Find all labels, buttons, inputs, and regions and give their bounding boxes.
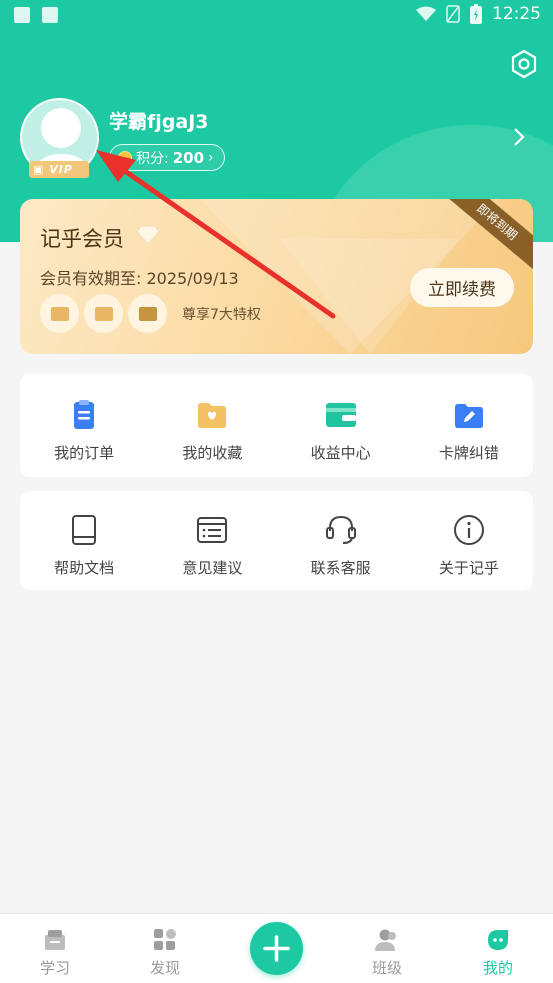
book-icon [72, 515, 97, 545]
vip-badge-label: VIP [49, 163, 73, 176]
discover-icon [154, 929, 176, 950]
points-chevron-icon: › [208, 149, 214, 166]
menu-item-orders[interactable]: 我的订单 [20, 374, 148, 477]
battery-icon [470, 4, 482, 24]
renew-button[interactable]: 立即续费 [410, 268, 514, 307]
vip-badge: ▣ VIP [29, 161, 89, 178]
avatar-head [41, 108, 81, 148]
points-label: 积分: [136, 150, 169, 167]
privileges-text: 尊享7大特权 [182, 307, 261, 323]
profile-chevron-icon[interactable] [511, 126, 527, 148]
menu-item-label: 卡牌纠错 [438, 444, 499, 462]
status-indicators: 12:25 [416, 4, 541, 24]
feedback-icon [197, 517, 228, 543]
menu-item-label: 帮助文档 [54, 559, 115, 577]
class-icon [375, 929, 396, 951]
menu-item-contact-support[interactable]: 联系客服 [277, 491, 405, 590]
coin-icon [118, 150, 132, 165]
study-icon [45, 930, 65, 950]
tab-label: 学习 [39, 959, 70, 977]
wifi-icon [416, 6, 436, 21]
points-value: 200 [172, 148, 205, 167]
earnings-icon [325, 403, 356, 427]
points-pill[interactable]: 积分: 200 › [109, 144, 225, 171]
order-icon [74, 400, 95, 429]
no-sim-icon [446, 5, 460, 23]
menu-item-card-correction[interactable]: 卡牌纠错 [405, 374, 533, 477]
status-bar: 12:25 [0, 0, 553, 32]
menu-item-label: 联系客服 [310, 559, 371, 577]
bottom-tab-bar: 学习 发现 班级 我的 [0, 913, 553, 983]
status-notifications [14, 7, 58, 23]
privilege-box-icon [84, 294, 123, 333]
tab-discover[interactable]: 发现 [110, 914, 220, 983]
menu-item-feedback[interactable]: 意见建议 [148, 491, 276, 590]
privilege-icons [40, 294, 167, 333]
menu-item-label: 关于记乎 [438, 559, 499, 577]
image-notification-icon [14, 7, 30, 23]
tab-me[interactable]: 我的 [443, 914, 553, 983]
menu-item-label: 我的收藏 [182, 444, 243, 462]
menu-item-label: 收益中心 [310, 444, 371, 462]
menu-item-label: 意见建议 [182, 559, 243, 577]
headset-icon [325, 515, 356, 544]
privilege-chest-icon [128, 294, 167, 333]
app-notification-icon [42, 7, 58, 23]
vip-title: 记乎会员 [40, 227, 124, 251]
tab-label: 班级 [371, 959, 402, 977]
menu-item-help-docs[interactable]: 帮助文档 [20, 491, 148, 590]
menu-item-about[interactable]: 关于记乎 [405, 491, 533, 590]
add-icon [263, 935, 290, 962]
status-time: 12:25 [492, 4, 541, 24]
menu-item-label: 我的订单 [54, 444, 115, 462]
tab-label: 我的 [482, 959, 513, 977]
info-icon [453, 515, 484, 545]
privilege-folder-icon [40, 294, 79, 333]
secondary-menu: 帮助文档 意见建议 联系客服 关于记乎 [20, 491, 533, 590]
add-button[interactable] [250, 922, 303, 975]
username[interactable]: 学霸fjgaJ3 [109, 107, 209, 134]
diamond-icon [136, 225, 160, 245]
favorites-icon [198, 403, 227, 428]
card-correction-icon [454, 404, 483, 428]
settings-icon[interactable] [509, 49, 539, 79]
tab-class[interactable]: 班级 [332, 914, 442, 983]
primary-menu: 我的订单 我的收藏 收益中心 卡牌纠错 [20, 374, 533, 477]
tab-label: 发现 [149, 959, 180, 977]
menu-item-earnings[interactable]: 收益中心 [277, 374, 405, 477]
me-icon [488, 930, 508, 950]
menu-item-favorites[interactable]: 我的收藏 [148, 374, 276, 477]
tab-study[interactable]: 学习 [0, 914, 110, 983]
vip-card[interactable]: 记乎会员 会员有效期至: 2025/09/13 尊享7大特权 立即续费 即将到期 [20, 199, 533, 354]
vip-expiry: 会员有效期至: 2025/09/13 [40, 269, 239, 288]
